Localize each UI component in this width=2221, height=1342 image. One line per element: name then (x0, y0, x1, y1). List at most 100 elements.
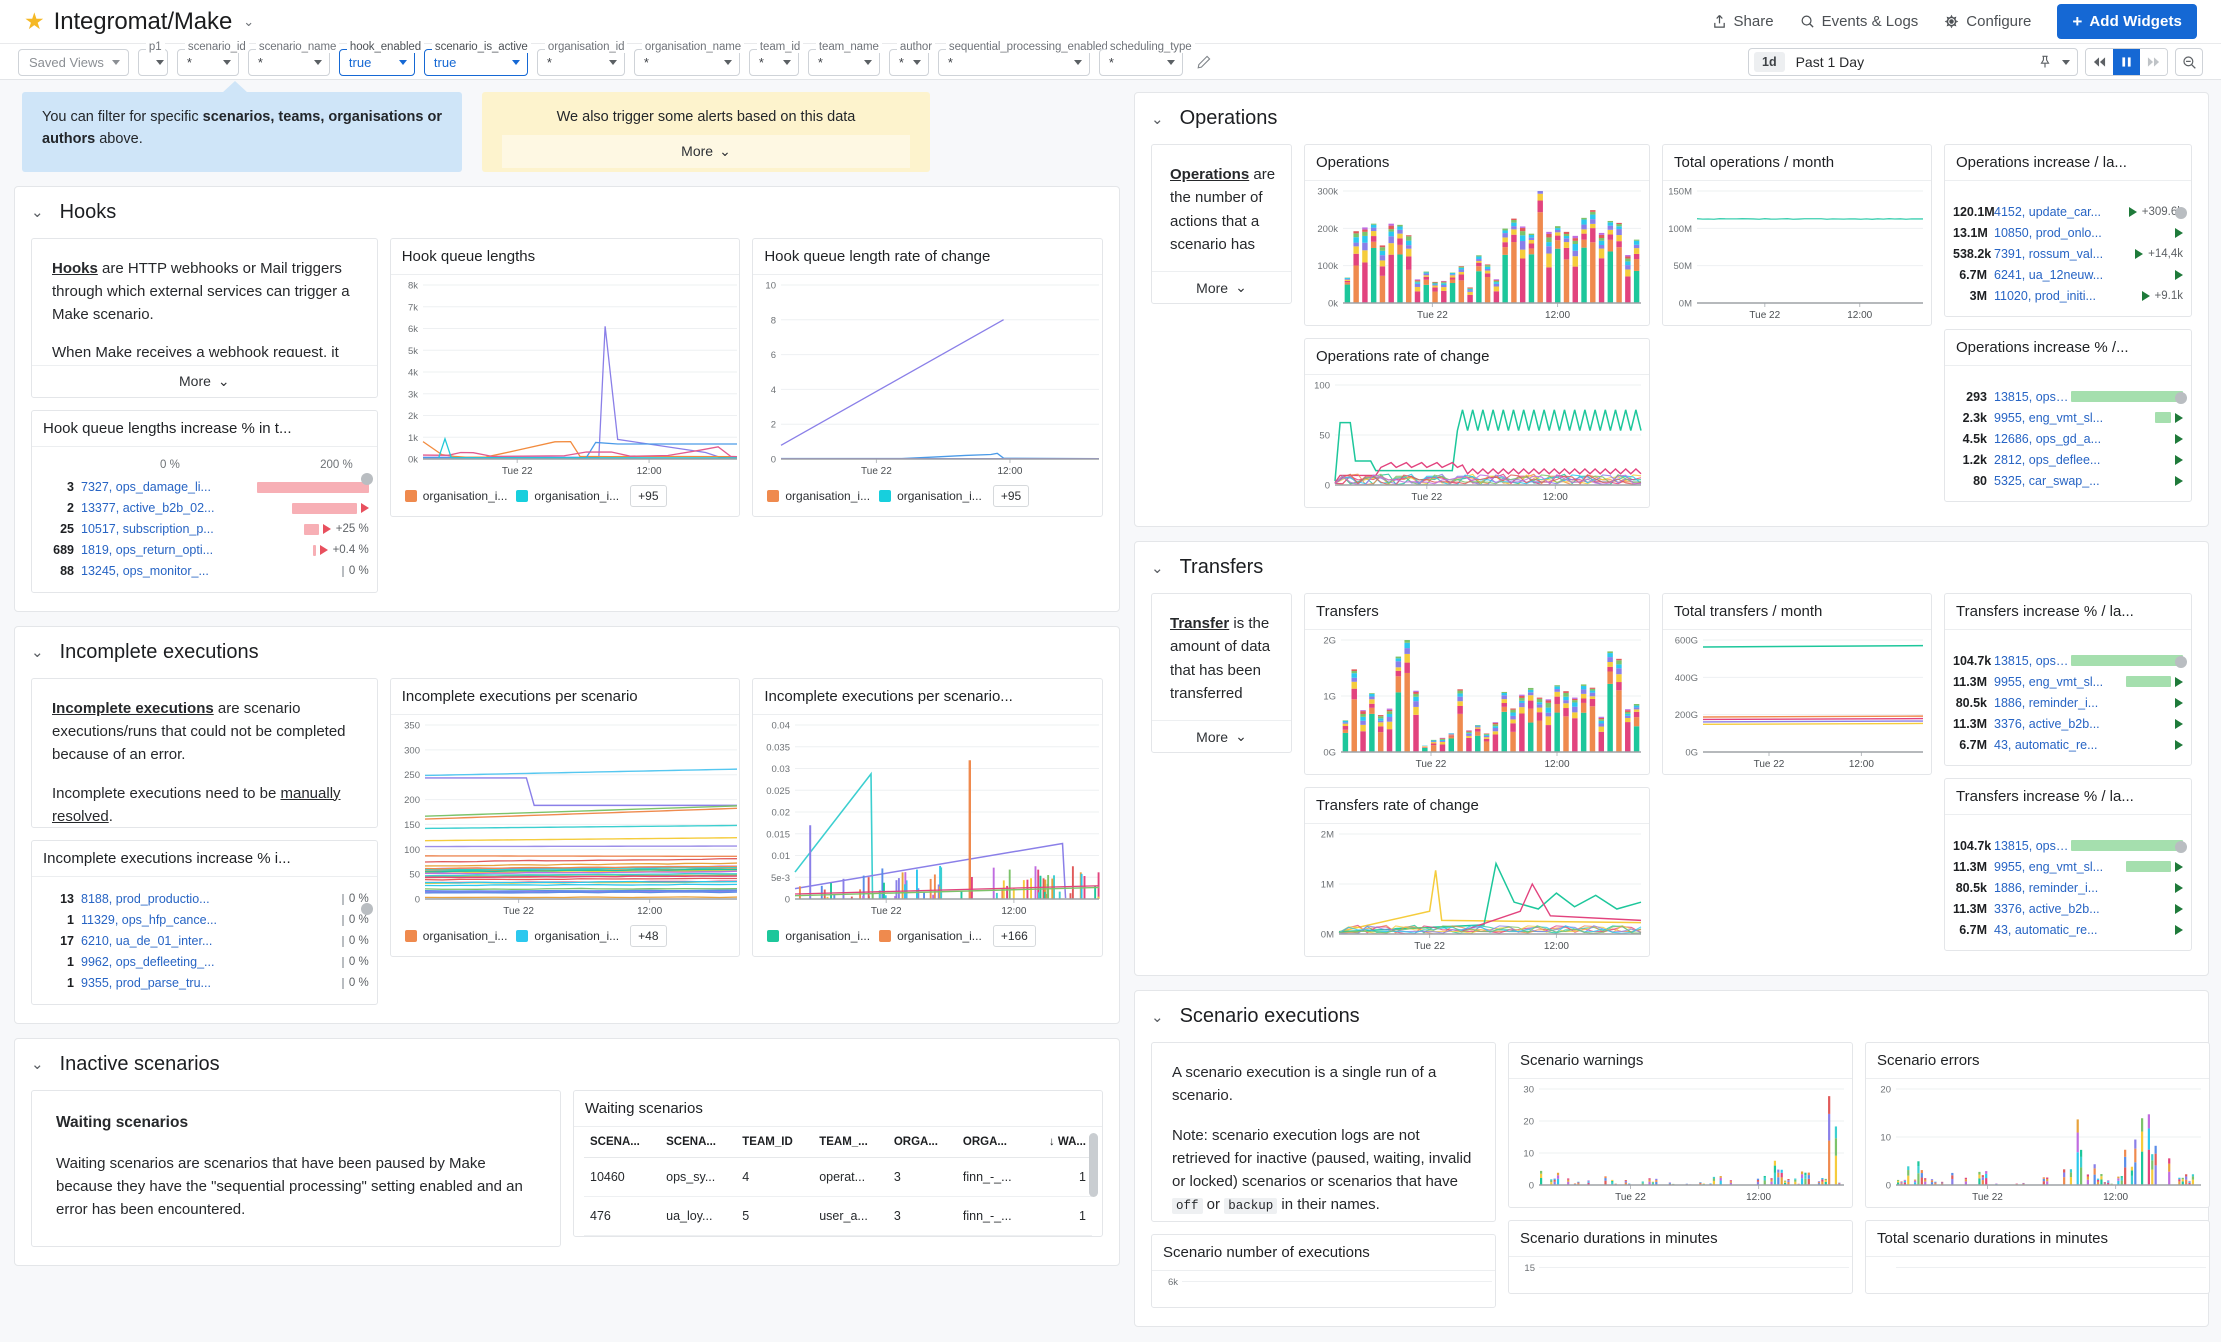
filter-p1[interactable]: p1* (137, 41, 168, 76)
barlist-name[interactable]: 1886, reminder_i... (1994, 881, 2098, 895)
barlist-row[interactable]: 104.7k13815, ops_cs_ge... (1953, 835, 2183, 856)
legend-more-button[interactable]: +48 (630, 924, 667, 947)
legend-item[interactable]: organisation_i... (767, 489, 870, 503)
barlist-row[interactable]: 120.1M 4152, update_car... +309.6k (1953, 201, 2183, 222)
barlist-row[interactable]: 6.7M 43, automatic_re... (1953, 919, 2183, 940)
barlist-row[interactable]: 1 11329, ops_hfp_cance... 0 % (40, 910, 369, 931)
filter-scenario_id[interactable]: scenario_id * (176, 41, 249, 76)
barlist-scrollbar[interactable] (2175, 207, 2187, 219)
legend-item[interactable]: organisation_i... (404, 929, 507, 943)
barlist-scrollbar[interactable] (2175, 392, 2187, 404)
barlist-scrollbar[interactable] (360, 472, 373, 485)
filter-scenario_name[interactable]: scenario_name * (247, 41, 340, 76)
barlist-name[interactable]: 9955, eng_vmt_sl... (1994, 860, 2103, 874)
zoom-out-button[interactable] (2175, 48, 2203, 76)
barlist-row[interactable]: 13.1M 10850, prod_onlo... (1953, 222, 2183, 243)
total-scenario-durations-chart[interactable] (1866, 1257, 2209, 1293)
total-operations-month-chart[interactable]: 0M 50M 100M 150M Tue 22 12:00 (1663, 181, 1931, 325)
barlist-row[interactable]: 689 1819, ops_return_opti... +0.4 % (40, 540, 369, 561)
operations-chart[interactable]: 0k 100k 200k 300k Tue 22 12:00 (1305, 181, 1649, 325)
barlist-row[interactable]: 11.3M 3376, active_b2b... (1953, 898, 2183, 919)
share-button[interactable]: Share (1712, 13, 1774, 30)
table-scrollbar[interactable] (1089, 1132, 1098, 1197)
barlist-name[interactable]: 7391, rossum_val... (1994, 247, 2103, 261)
transfers-more-button[interactable]: More ⌄ (1152, 720, 1291, 752)
table-col-header[interactable]: ↓ WA... (1031, 1126, 1092, 1158)
alerts-callout-more-button[interactable]: More ⌄ (502, 134, 910, 168)
barlist-name[interactable]: 1819, ops_return_opti... (81, 543, 213, 557)
barlist-name[interactable]: 9962, ops_defleeting_... (81, 955, 214, 969)
barlist-name[interactable]: 11020, prod_initi... (1994, 289, 2096, 303)
scenario-errors-chart[interactable]: 0 10 20 Tue 22 12:00 (1866, 1079, 2209, 1207)
barlist-name[interactable]: 9955, eng_vmt_sl... (1994, 411, 2103, 425)
configure-button[interactable]: Configure (1944, 13, 2031, 30)
scenario-warnings-chart[interactable]: 0 10 20 30 Tue 22 12:00 (1509, 1079, 1852, 1207)
chevron-down-icon[interactable] (2062, 59, 2070, 65)
filter-hook_enabled[interactable]: hook_enabled true (338, 41, 424, 76)
legend-item[interactable]: organisation_i... (879, 489, 982, 503)
barlist-row[interactable]: 3 7327, ops_damage_li... (40, 477, 369, 498)
barlist-name[interactable]: 9355, prod_parse_tru... (81, 976, 211, 990)
barlist-row[interactable]: 25 10517, subscription_p... +25 % (40, 519, 369, 540)
barlist-row[interactable]: 6.7M 43, automatic_re... (1953, 734, 2183, 755)
collapse-incomplete-icon[interactable]: ⌄ (31, 643, 44, 661)
add-widgets-button[interactable]: + Add Widgets (2057, 4, 2197, 39)
legend-more-button[interactable]: +95 (630, 484, 667, 507)
filter-sequential_processing_enabled[interactable]: sequential_processing_enabled * (937, 41, 1111, 76)
barlist-name[interactable]: 6210, ua_de_01_inter... (81, 934, 212, 948)
filter-scenario_is_active[interactable]: scenario_is_active true (423, 41, 531, 76)
barlist-name[interactable]: 5325, car_swap_... (1994, 474, 2100, 488)
operations-more-button[interactable]: More ⌄ (1152, 271, 1291, 303)
events-logs-button[interactable]: Events & Logs (1800, 13, 1918, 30)
barlist-row[interactable]: 4.5k 12686, ops_gd_a... (1953, 428, 2183, 449)
waiting-scenarios-table-wrap[interactable]: SCENA... SCENA... TEAM_ID TEAM_... ORGA... OR… (574, 1126, 1102, 1236)
barlist-row[interactable]: 11.3M 9955, eng_vmt_sl... (1953, 856, 2183, 877)
barlist-name[interactable]: 13815, ops_cs_ge... (1994, 839, 2071, 853)
table-col-header[interactable]: SCENA... (584, 1126, 661, 1158)
rewind-button[interactable] (2086, 49, 2113, 75)
hooks-more-button[interactable]: More ⌄ (32, 364, 377, 397)
barlist-name[interactable]: 13815, ops_cs_ge... (1994, 390, 2071, 404)
barlist-row[interactable]: 1.2k 2812, ops_deflee... (1953, 449, 2183, 470)
filter-scheduling_type[interactable]: scheduling_type * (1098, 41, 1195, 76)
barlist-name[interactable]: 13815, ops_cs_ge... (1994, 654, 2071, 668)
table-row[interactable]: 10460 ops_sy... 4 operat... 3 finn_-_... 1 (584, 1157, 1092, 1197)
total-transfers-month-chart[interactable]: 0G 200G 400G 600G Tue 22 12:00 (1663, 630, 1931, 774)
barlist-name[interactable]: 43, automatic_re... (1994, 738, 2098, 752)
table-col-header[interactable]: SCENA... (660, 1126, 737, 1158)
barlist-name[interactable]: 2812, ops_deflee... (1994, 453, 2100, 467)
barlist-row[interactable]: 1 9962, ops_defleeting_... 0 % (40, 952, 369, 973)
barlist-row[interactable]: 6.7M 6241, ua_12neuw... (1953, 264, 2183, 285)
barlist-name[interactable]: 6241, ua_12neuw... (1994, 268, 2103, 282)
collapse-operations-icon[interactable]: ⌄ (1151, 110, 1164, 128)
legend-more-button[interactable]: +95 (992, 484, 1030, 507)
filter-organisation_name[interactable]: organisation_name * (633, 41, 745, 76)
barlist-row[interactable]: 293 13815, ops_cs_ge... (1953, 386, 2183, 407)
hook-queue-lengths-chart[interactable]: 0k 1k 2k 3k 4k 5k 6k 7k 8k Tue 22 12:00 (391, 275, 740, 481)
barlist-row[interactable]: 104.7k13815, ops_cs_ge... (1953, 650, 2183, 671)
barlist-row[interactable]: 80.5k 1886, reminder_i... (1953, 877, 2183, 898)
legend-item[interactable]: organisation_i... (767, 929, 870, 943)
scenario-number-executions-chart[interactable]: 6k (1152, 1271, 1495, 1307)
table-row[interactable]: 476 ua_loy... 5 user_a... 3 finn_-_... 1 (584, 1196, 1092, 1236)
barlist-row[interactable]: 1 9355, prod_parse_tru... 0 % (40, 973, 369, 994)
barlist-name[interactable]: 8188, prod_productio... (81, 892, 210, 906)
barlist-scrollbar[interactable] (2175, 841, 2187, 853)
legend-item[interactable]: organisation_i... (516, 489, 619, 503)
barlist-row[interactable]: 538.2k 7391, rossum_val... +14,4k (1953, 243, 2183, 264)
filter-team_id[interactable]: team_id * (748, 41, 804, 76)
pencil-icon[interactable] (1197, 55, 1211, 74)
barlist-row[interactable]: 2.3k 9955, eng_vmt_sl... (1953, 407, 2183, 428)
table-col-header[interactable]: ORGA... (956, 1126, 1032, 1158)
barlist-name[interactable]: 9955, eng_vmt_sl... (1994, 675, 2103, 689)
barlist-scrollbar[interactable] (2175, 656, 2187, 668)
table-col-header[interactable]: TEAM_... (813, 1126, 888, 1158)
barlist-row[interactable]: 80 5325, car_swap_... (1953, 470, 2183, 491)
barlist-name[interactable]: 11329, ops_hfp_cance... (81, 913, 217, 927)
legend-item[interactable]: organisation_i... (879, 929, 982, 943)
barlist-name[interactable]: 10517, subscription_p... (81, 522, 214, 536)
collapse-transfers-icon[interactable]: ⌄ (1151, 559, 1164, 577)
barlist-name[interactable]: 12686, ops_gd_a... (1994, 432, 2101, 446)
saved-views-dropdown[interactable]: Saved Views (18, 49, 129, 76)
barlist-scrollbar[interactable] (360, 902, 373, 915)
